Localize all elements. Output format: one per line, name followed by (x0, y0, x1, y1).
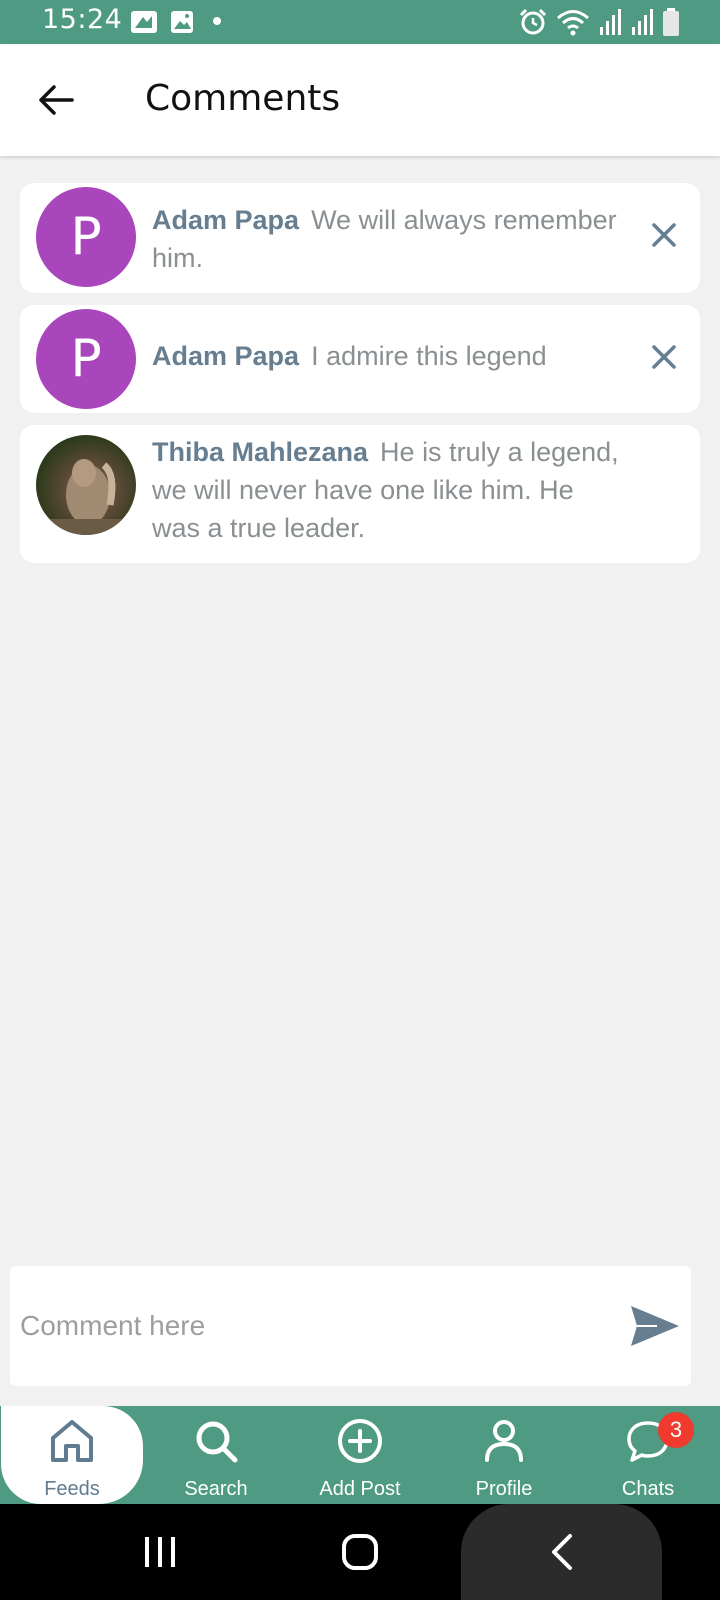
avatar[interactable]: P (36, 187, 136, 287)
comment-author[interactable]: Adam Papa (152, 205, 299, 235)
comment-list: P Adam Papa We will always remember him. … (20, 183, 700, 575)
comment-item: P Adam Papa I admire this legend (20, 305, 700, 413)
nav-item-feeds[interactable]: Feeds (1, 1406, 143, 1504)
close-icon (652, 223, 676, 247)
nav-label: Add Post (319, 1478, 401, 1500)
add-circle-icon (338, 1419, 382, 1463)
system-nav (0, 1504, 720, 1600)
home-circle-icon (342, 1534, 378, 1570)
nav-label: Feeds (44, 1478, 100, 1500)
nav-label: Search (184, 1478, 248, 1500)
nav-label: Profile (475, 1478, 533, 1500)
comment-composer (10, 1266, 691, 1386)
comment-input[interactable] (20, 1296, 610, 1356)
system-back-button[interactable] (522, 1504, 602, 1600)
app-bar: Comments (0, 44, 720, 156)
avatar[interactable] (36, 435, 136, 535)
page-title: Comments (145, 78, 341, 119)
signal-icon (600, 9, 621, 35)
chevron-left-icon (552, 1534, 572, 1570)
nav-item-search[interactable]: Search (144, 1406, 288, 1504)
close-icon (652, 345, 676, 369)
chats-badge: 3 (658, 1412, 694, 1448)
status-bar: 15:24 (0, 0, 720, 44)
comment-text: Adam Papa I admire this legend (152, 323, 628, 375)
avatar[interactable]: P (36, 309, 136, 409)
signal-icon-2 (632, 9, 653, 35)
recent-apps-icon (145, 1537, 175, 1567)
nav-label: Chats (621, 1478, 675, 1500)
nav-item-profile[interactable]: Profile (432, 1406, 576, 1504)
battery-icon (663, 8, 679, 36)
status-time: 15:24 (42, 4, 123, 35)
comment-item: P Adam Papa We will always remember him. (20, 183, 700, 293)
back-button[interactable] (26, 70, 86, 130)
comment-item: Thiba Mahlezana He is truly a legend, we … (20, 425, 700, 563)
delete-comment-button[interactable] (642, 335, 686, 379)
home-icon (51, 1420, 93, 1462)
dot-icon (213, 17, 221, 25)
delete-comment-button[interactable] (642, 213, 686, 257)
bottom-nav: Feeds Search Add Post Profile 3 Chats (0, 1406, 720, 1504)
alarm-icon (519, 8, 547, 35)
comment-body: I admire this legend (311, 341, 547, 371)
comment-author[interactable]: Thiba Mahlezana (152, 437, 368, 467)
comment-author[interactable]: Adam Papa (152, 341, 299, 371)
send-button[interactable] (627, 1302, 683, 1350)
home-button[interactable] (320, 1504, 400, 1600)
nav-item-chats[interactable]: 3 Chats (576, 1406, 720, 1504)
recent-apps-button[interactable] (120, 1504, 200, 1600)
comment-text: Thiba Mahlezana He is truly a legend, we … (152, 433, 628, 547)
comment-text: Adam Papa We will always remember him. (152, 201, 628, 277)
arrow-left-icon (39, 85, 74, 115)
person-icon (485, 1420, 523, 1462)
profile-photo-icon (36, 459, 136, 535)
nav-item-add-post[interactable]: Add Post (288, 1406, 432, 1504)
search-icon (196, 1421, 238, 1463)
wifi-icon (557, 10, 589, 36)
notification-icon (131, 11, 157, 33)
gallery-icon (171, 11, 193, 33)
